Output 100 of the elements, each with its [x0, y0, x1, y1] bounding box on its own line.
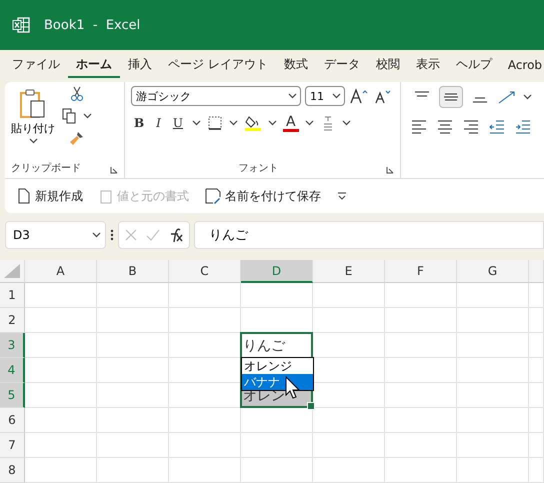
copy-icon[interactable]	[61, 108, 77, 124]
table-cell	[529, 333, 544, 358]
table-cell	[25, 408, 97, 433]
chevron-down-icon	[332, 93, 341, 99]
ribbon-tab[interactable]: 校閲	[368, 52, 408, 78]
decrease-indent-icon[interactable]	[489, 118, 505, 134]
font-name-dropdown[interactable]: 游ゴシック	[131, 86, 301, 106]
chevron-down-icon	[268, 120, 278, 126]
table-cell	[313, 433, 385, 458]
table-cell	[457, 433, 529, 458]
table-cell	[313, 458, 385, 483]
row-header[interactable]: 8	[0, 458, 25, 483]
chevron-down-icon	[192, 120, 202, 126]
borders-icon[interactable]	[207, 115, 224, 131]
table-cell	[457, 408, 529, 433]
chevron-down-icon	[83, 113, 92, 119]
ribbon-tab[interactable]: データ	[316, 52, 368, 78]
underline-button[interactable]: U	[170, 116, 186, 130]
quick-action-button[interactable]: 新規作成	[17, 188, 83, 204]
row-header[interactable]: 1	[0, 283, 25, 308]
ribbon-tab[interactable]: ファイル	[4, 52, 68, 78]
table-cell	[97, 358, 169, 383]
table-cell	[529, 358, 544, 383]
table-cell	[385, 358, 457, 383]
window-title: Book1 - Excel	[44, 18, 140, 32]
table-cell	[97, 383, 169, 408]
chevron-down-icon	[288, 93, 297, 99]
more-options-icon[interactable]	[110, 229, 114, 241]
row-header[interactable]: 2	[0, 308, 25, 333]
table-cell	[25, 308, 97, 333]
group-label: クリップボード	[11, 162, 81, 175]
table-cell	[97, 283, 169, 308]
name-box[interactable]: D3	[5, 221, 106, 249]
document-icon	[17, 188, 31, 204]
table-cell	[25, 383, 97, 408]
overflow-icon[interactable]	[337, 191, 347, 201]
table-cell	[529, 433, 544, 458]
align-center-icon[interactable]	[437, 118, 453, 134]
text-orientation-icon[interactable]	[497, 89, 517, 105]
font-size-dropdown[interactable]: 11	[305, 86, 345, 106]
ribbon-tab[interactable]: ページ レイアウト	[160, 52, 276, 78]
format-painter-icon[interactable]	[68, 130, 84, 146]
table-cell	[25, 458, 97, 483]
column-header[interactable]: F	[385, 260, 457, 283]
chevron-down-icon	[92, 232, 101, 238]
chevron-down-icon	[229, 120, 238, 126]
table-cell	[241, 458, 313, 483]
ribbon-tab[interactable]: ヘルプ	[448, 52, 500, 78]
table-cell	[25, 283, 97, 308]
table-cell	[457, 383, 529, 408]
table-cell	[241, 283, 313, 308]
increase-indent-icon[interactable]	[515, 118, 531, 134]
table-cell	[169, 283, 241, 308]
cut-icon[interactable]	[68, 86, 84, 102]
ribbon-tab[interactable]: 数式	[276, 52, 316, 78]
table-cell	[529, 408, 544, 433]
table-cell	[169, 433, 241, 458]
table-cell	[529, 308, 544, 333]
table-cell	[457, 358, 529, 383]
ribbon-tab[interactable]: 表示	[408, 52, 448, 78]
column-header[interactable]: A	[25, 260, 97, 283]
chevron-down-icon	[523, 94, 532, 100]
formula-input[interactable]: りんご	[194, 221, 544, 249]
align-right-icon[interactable]	[463, 118, 479, 134]
italic-button[interactable]: I	[153, 116, 164, 130]
row-header[interactable]: 7	[0, 433, 25, 458]
table-cell	[313, 283, 385, 308]
table-cell	[385, 383, 457, 408]
paste-button[interactable]: 貼り付け	[11, 88, 55, 144]
bold-button[interactable]: B	[131, 116, 148, 130]
align-middle-icon[interactable]	[439, 86, 463, 108]
dialog-launcher-icon[interactable]	[386, 166, 394, 174]
spreadsheet-app-icon	[12, 17, 30, 33]
table-cell	[385, 333, 457, 358]
table-cell	[97, 408, 169, 433]
ribbon-tab[interactable]: ホーム	[68, 52, 120, 78]
column-header[interactable]: G	[457, 260, 529, 283]
table-cell	[529, 383, 544, 408]
grow-font-icon[interactable]	[349, 88, 369, 104]
dialog-launcher-icon[interactable]	[110, 166, 118, 174]
dropdown-item[interactable]: バナナ	[242, 374, 313, 390]
column-header[interactable]: E	[313, 260, 385, 283]
quick-action-button[interactable]: 名前を付けて保存	[205, 188, 321, 204]
fill-color-icon[interactable]	[244, 114, 262, 132]
row-header[interactable]: 6	[0, 408, 25, 433]
ribbon-tab[interactable]: 挿入	[120, 52, 160, 78]
shrink-font-icon[interactable]	[373, 88, 393, 104]
table-cell	[385, 283, 457, 308]
table-cell	[169, 308, 241, 333]
table-cell	[241, 408, 313, 433]
column-header[interactable]: C	[169, 260, 241, 283]
column-header[interactable]: B	[97, 260, 169, 283]
table-cell	[97, 433, 169, 458]
table-cell	[25, 333, 97, 358]
ribbon-tab[interactable]: Acrob	[500, 54, 544, 76]
table-cell	[97, 458, 169, 483]
font-color-button[interactable]: A	[283, 114, 299, 132]
table-cell	[25, 358, 97, 383]
table-cell	[529, 283, 544, 308]
align-left-icon[interactable]	[411, 118, 427, 134]
